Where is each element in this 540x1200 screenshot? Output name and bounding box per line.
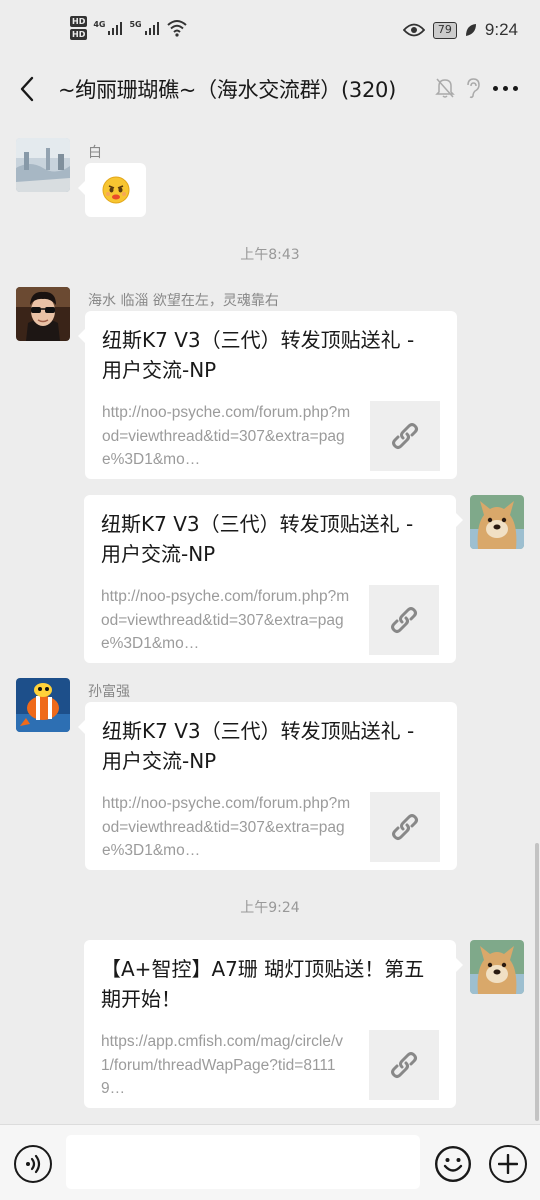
avatar[interactable] bbox=[16, 678, 70, 732]
emoji-button[interactable] bbox=[434, 1145, 472, 1183]
more-icon bbox=[513, 85, 518, 91]
link-card[interactable]: 纽斯K7 V3（三代）转发顶贴送礼 - 用户交流-NP http://noo-p… bbox=[78, 702, 457, 870]
more-icon bbox=[503, 85, 508, 91]
plus-icon bbox=[498, 1154, 518, 1174]
card-body: https://app.cmfish.com/mag/circle/v1/for… bbox=[101, 1030, 439, 1101]
chat-header: ~绚丽珊瑚礁~（海水交流群）(320) bbox=[0, 62, 540, 114]
card-url: http://noo-psyche.com/forum.php?mod=view… bbox=[102, 404, 351, 468]
sender-name: 孙富强 bbox=[88, 684, 130, 700]
link-thumbnail bbox=[369, 1030, 439, 1100]
back-button[interactable] bbox=[10, 72, 44, 106]
avatar[interactable] bbox=[470, 940, 524, 994]
message-input[interactable] bbox=[66, 1135, 420, 1189]
link-icon bbox=[391, 1052, 417, 1078]
avatar[interactable] bbox=[470, 495, 524, 549]
header-icons bbox=[435, 76, 520, 100]
avatar-painting-image bbox=[16, 138, 70, 192]
leaf-icon bbox=[465, 24, 476, 36]
voice-button[interactable] bbox=[14, 1145, 52, 1183]
card-url: http://noo-psyche.com/forum.php?mod=view… bbox=[101, 588, 350, 652]
link-card[interactable]: 纽斯K7 V3（三代）转发顶贴送礼 - 用户交流-NP http://noo-p… bbox=[78, 311, 457, 479]
time-divider: 上午8:43 bbox=[240, 247, 300, 263]
status-bar: HD HD 4G 5G 79 9:24 bbox=[0, 0, 540, 62]
avatar-dog-image bbox=[470, 940, 524, 994]
wifi-icon bbox=[166, 20, 187, 37]
card-body: http://noo-psyche.com/forum.php?mod=view… bbox=[101, 585, 439, 656]
hd-indicators: HD HD bbox=[70, 16, 88, 40]
signal-bars-icon bbox=[108, 22, 123, 35]
chat-title: ~绚丽珊瑚礁~（海水交流群）(320) bbox=[58, 78, 396, 102]
hd-badge: HD bbox=[70, 29, 88, 40]
sender-name: 白 bbox=[88, 145, 102, 161]
card-url: https://app.cmfish.com/mag/circle/v1/for… bbox=[101, 1033, 344, 1097]
eye-icon bbox=[402, 23, 425, 37]
link-icon bbox=[392, 423, 418, 449]
ear-icon bbox=[467, 78, 480, 99]
more-button[interactable] bbox=[491, 76, 520, 100]
card-url: http://noo-psyche.com/forum.php?mod=view… bbox=[102, 795, 351, 859]
back-arrow-icon bbox=[20, 76, 34, 102]
status-right: 79 9:24 bbox=[402, 20, 518, 40]
emoji-icon bbox=[435, 1146, 471, 1182]
network-label: 5G bbox=[129, 20, 142, 29]
card-body: http://noo-psyche.com/forum.php?mod=view… bbox=[102, 792, 440, 863]
link-thumbnail bbox=[370, 792, 440, 862]
clock: 9:24 bbox=[484, 20, 518, 39]
signal-5g: 5G bbox=[129, 20, 159, 36]
scrollbar[interactable] bbox=[535, 843, 539, 1121]
card-title: 纽斯K7 V3（三代）转发顶贴送礼 - 用户交流-NP bbox=[102, 328, 415, 382]
avatar-man-sunglasses-image bbox=[16, 287, 70, 341]
more-icon bbox=[493, 85, 498, 91]
battery-indicator: 79 bbox=[432, 21, 457, 39]
emoji-bubble[interactable] bbox=[78, 163, 146, 217]
mute-bell-icon bbox=[435, 78, 455, 98]
card-body: http://noo-psyche.com/forum.php?mod=view… bbox=[102, 401, 440, 472]
signal-bars-icon bbox=[144, 22, 159, 35]
link-card[interactable]: 纽斯K7 V3（三代）转发顶贴送礼 - 用户交流-NP http://noo-p… bbox=[84, 495, 463, 663]
message-list[interactable]: 白 上午8:43 海水 临淄 欲望在左，灵魂靠右 纽斯K7 V3（三代）转发顶贴… bbox=[0, 114, 540, 1124]
link-card[interactable]: 【A+智控】A7珊 瑚灯顶贴送！第五期开始！ https://app.cmfis… bbox=[84, 940, 463, 1108]
voice-icon bbox=[26, 1154, 41, 1174]
card-title: 纽斯K7 V3（三代）转发顶贴送礼 - 用户交流-NP bbox=[101, 512, 414, 566]
hd-badge: HD bbox=[70, 16, 88, 27]
time-divider: 上午9:24 bbox=[240, 900, 300, 916]
avatar-dog-image bbox=[470, 495, 524, 549]
plus-button[interactable] bbox=[489, 1145, 527, 1183]
link-thumbnail bbox=[369, 585, 439, 655]
avatar[interactable] bbox=[16, 287, 70, 341]
avatar[interactable] bbox=[16, 138, 70, 192]
link-icon bbox=[391, 607, 417, 633]
input-bar bbox=[0, 1124, 540, 1200]
link-icon bbox=[392, 814, 418, 840]
sender-name: 海水 临淄 欲望在左，灵魂靠右 bbox=[88, 293, 279, 309]
network-label: 4G bbox=[93, 20, 106, 29]
avatar-clownfish-image bbox=[16, 678, 70, 732]
status-left: HD HD 4G 5G bbox=[70, 16, 188, 40]
pouting-emoji-icon bbox=[102, 176, 129, 204]
card-title: 纽斯K7 V3（三代）转发顶贴送礼 - 用户交流-NP bbox=[102, 719, 415, 773]
link-thumbnail bbox=[370, 401, 440, 471]
card-title: 【A+智控】A7珊 瑚灯顶贴送！第五期开始！ bbox=[101, 957, 425, 1011]
signal-4g: 4G bbox=[93, 20, 123, 36]
